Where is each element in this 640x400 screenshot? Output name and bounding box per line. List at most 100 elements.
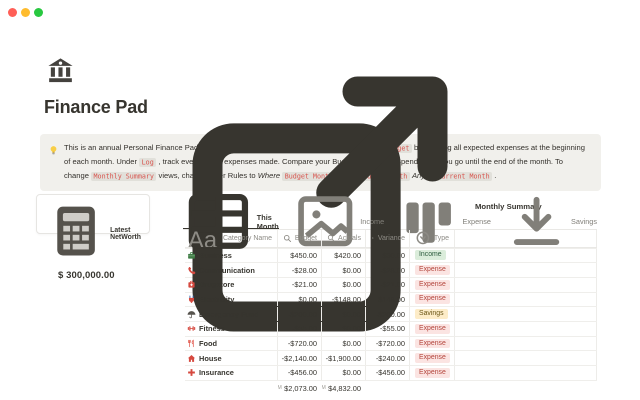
actuals-cell[interactable]: $420.00: [322, 249, 366, 263]
budget-cell[interactable]: -$2,140.00: [278, 351, 322, 365]
type-badge: Income: [415, 250, 446, 260]
column-label: Budget: [295, 235, 317, 242]
type-cell[interactable]: Expense: [410, 322, 455, 336]
type-cell[interactable]: Income: [410, 249, 455, 263]
title-property-icon: Aa: [187, 230, 220, 247]
column-header-type[interactable]: Type: [410, 230, 455, 247]
finance-pad-page: Finance Pad This is an annual Personal F…: [0, 0, 640, 400]
traffic-light-close[interactable]: [8, 8, 17, 17]
column-header-category-name[interactable]: AaCategory Name: [185, 230, 278, 247]
category-name: Communication: [199, 266, 255, 275]
actuals-cell[interactable]: -$148.00: [322, 293, 366, 307]
table-footer-row: SUM $2,073.00 SUM $4,832.00: [185, 380, 597, 396]
category-cell[interactable]: House: [185, 351, 278, 365]
column-label: Variance: [378, 235, 405, 242]
budget-sum-value: $2,073.00: [284, 384, 317, 393]
column-header-budget[interactable]: Budget: [278, 230, 322, 247]
tab-savings[interactable]: Savings: [505, 215, 597, 229]
empty-cell: [455, 351, 597, 365]
category-name: Electricity: [199, 295, 234, 304]
variance-cell[interactable]: $30.00: [366, 249, 410, 263]
category-cell[interactable]: Drugstore: [185, 278, 278, 292]
window-controls: [8, 8, 43, 17]
type-cell[interactable]: Savings: [410, 307, 455, 321]
budget-cell[interactable]: -$55.00: [278, 322, 322, 336]
networth-value: $ 300,000.00: [58, 270, 141, 281]
category-cell[interactable]: Electricity: [185, 293, 278, 307]
tab-label: Savings: [571, 217, 597, 226]
tab-income[interactable]: Income: [293, 215, 385, 229]
tab-label: Expense: [463, 217, 491, 226]
formula-property-icon: Σ: [371, 236, 375, 240]
type-badge: Expense: [415, 353, 450, 363]
category-name: Fitness: [199, 324, 225, 333]
actuals-cell[interactable]: $0.00: [322, 263, 366, 277]
food-icon: [187, 339, 196, 348]
traffic-light-zoom[interactable]: [34, 8, 43, 17]
svg-text:Aa: Aa: [188, 230, 218, 247]
phone-icon: [187, 266, 196, 275]
column-header-actuals[interactable]: Actuals: [322, 230, 366, 247]
variance-cell[interactable]: -$720.00: [366, 337, 410, 351]
category-name: Emergency Fund: [199, 310, 259, 319]
variance-cell[interactable]: -$456.00: [366, 366, 410, 380]
actuals-cell[interactable]: -$1,900.00: [322, 351, 366, 365]
category-cell[interactable]: Fitness: [185, 322, 278, 336]
tab-expense[interactable]: Expense: [398, 215, 491, 229]
variance-cell[interactable]: $148.00: [366, 293, 410, 307]
category-cell[interactable]: Business: [185, 249, 278, 263]
type-cell[interactable]: Expense: [410, 293, 455, 307]
variance-cell[interactable]: -$28.00: [366, 263, 410, 277]
table-row: Communication -$28.00 $0.00 -$28.00 Expe…: [185, 262, 597, 277]
monthly-summary-section: Monthly Summary This MonthIncomeExpenseS…: [170, 201, 598, 396]
category-cell[interactable]: Emergency Fund: [185, 307, 278, 321]
latest-networth-card[interactable]: Latest NetWorth $ 300,000.00: [36, 194, 150, 234]
type-cell[interactable]: Expense: [410, 278, 455, 292]
budget-sum-cell[interactable]: SUM $2,073.00: [278, 381, 322, 396]
table-view-icon: [183, 186, 254, 257]
variance-cell[interactable]: -$21.00: [366, 278, 410, 292]
category-name: Drugstore: [199, 280, 234, 289]
actuals-cell[interactable]: $0.00: [322, 307, 366, 321]
type-badge: Expense: [415, 294, 450, 304]
traffic-light-minimize[interactable]: [21, 8, 30, 17]
type-cell[interactable]: Expense: [410, 351, 455, 365]
category-cell[interactable]: Communication: [185, 263, 278, 277]
actuals-cell[interactable]: $0.00: [322, 366, 366, 380]
type-cell[interactable]: Expense: [410, 337, 455, 351]
bank-icon: [46, 56, 75, 85]
category-name: Food: [199, 339, 217, 348]
medkit-icon: [187, 280, 196, 289]
type-cell[interactable]: Expense: [410, 366, 455, 380]
cross-icon: [187, 368, 196, 377]
budget-cell[interactable]: -$200.00: [278, 307, 322, 321]
category-cell[interactable]: Food: [185, 337, 278, 351]
category-name: House: [199, 354, 222, 363]
actuals-sum-cell[interactable]: SUM $4,832.00: [322, 381, 366, 396]
tab-label: Income: [360, 217, 384, 226]
actuals-cell[interactable]: $0.00: [322, 322, 366, 336]
briefcase-icon: [187, 251, 196, 260]
budget-cell[interactable]: -$456.00: [278, 366, 322, 380]
variance-cell[interactable]: -$200.00: [366, 307, 410, 321]
column-label: Type: [434, 235, 449, 242]
budget-cell[interactable]: -$720.00: [278, 337, 322, 351]
table-body: Business $450.00 $420.00 $30.00 Income C…: [185, 248, 597, 380]
tab-this-month[interactable]: This Month: [183, 216, 279, 230]
variance-cell[interactable]: -$55.00: [366, 322, 410, 336]
actuals-cell[interactable]: $0.00: [322, 337, 366, 351]
budget-cell[interactable]: -$28.00: [278, 263, 322, 277]
variance-cell[interactable]: -$240.00: [366, 351, 410, 365]
budget-cell[interactable]: $0.00: [278, 293, 322, 307]
type-cell[interactable]: Expense: [410, 263, 455, 277]
empty-cell: [455, 307, 597, 321]
type-badge: Expense: [415, 280, 450, 290]
actuals-cell[interactable]: $0.00: [322, 278, 366, 292]
type-badge: Savings: [415, 309, 448, 319]
category-cell[interactable]: Insurance: [185, 366, 278, 380]
column-header-variance[interactable]: ΣVariance: [366, 230, 410, 247]
budget-cell[interactable]: -$21.00: [278, 278, 322, 292]
empty-header-cell: [455, 230, 597, 247]
empty-cell: [455, 293, 597, 307]
budget-cell[interactable]: $450.00: [278, 249, 322, 263]
